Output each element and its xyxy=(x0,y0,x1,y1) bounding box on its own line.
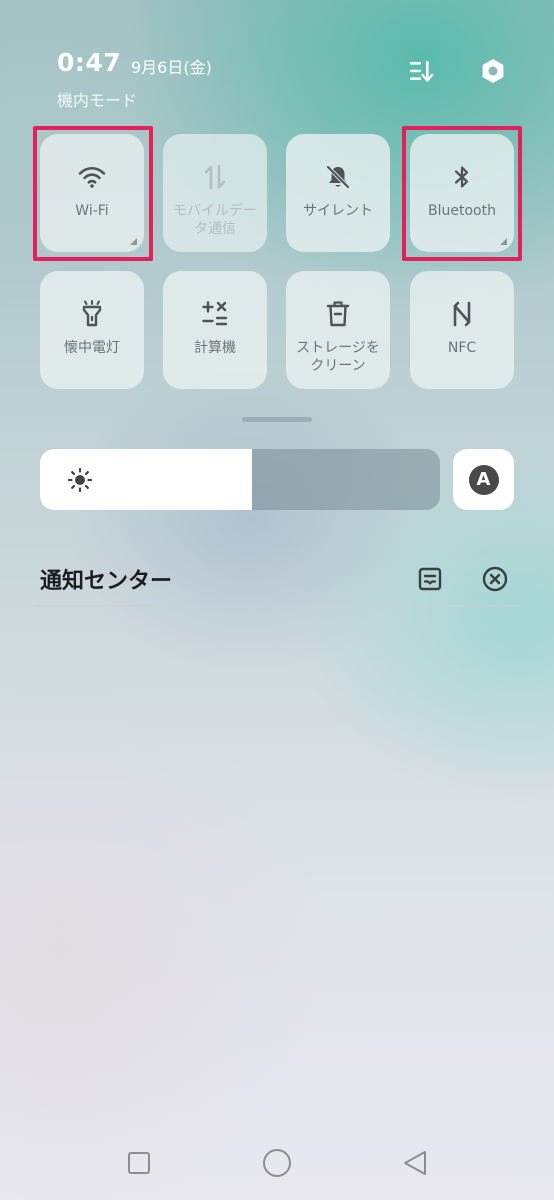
edit-sort-icon[interactable] xyxy=(404,54,438,88)
calculator-label: 計算機 xyxy=(194,340,236,356)
airplane-mode-label: 機内モード xyxy=(57,91,138,110)
clean-storage-tile[interactable]: ストレージを クリーン xyxy=(286,271,390,389)
date-label: 9月6日(金) xyxy=(131,58,212,77)
mobile-data-tile[interactable]: モバイルデー タ通信 xyxy=(163,134,267,252)
nfc-icon xyxy=(447,299,477,329)
mobile-data-label: モバイルデー タ通信 xyxy=(173,203,257,237)
bell-off-icon xyxy=(323,162,353,192)
mobile-data-icon xyxy=(200,162,230,192)
calculator-tile[interactable]: 計算機 xyxy=(163,271,267,389)
panel-drag-handle[interactable] xyxy=(242,417,312,422)
notification-divider xyxy=(34,605,520,607)
notification-center-title: 通知センター xyxy=(40,569,173,594)
notification-manage-icon[interactable] xyxy=(413,562,447,596)
nfc-label: NFC xyxy=(447,340,477,356)
recents-square-icon[interactable] xyxy=(119,1143,159,1183)
silent-label: サイレント xyxy=(303,203,373,219)
flashlight-icon xyxy=(77,299,107,329)
sun-icon xyxy=(66,466,94,494)
highlight-box-wifi xyxy=(33,126,153,261)
nfc-tile[interactable]: NFC xyxy=(410,271,514,389)
auto-brightness-button[interactable]: A xyxy=(453,449,514,510)
back-triangle-icon[interactable] xyxy=(395,1143,435,1183)
clear-all-icon[interactable] xyxy=(478,562,512,596)
flashlight-tile[interactable]: 懐中電灯 xyxy=(40,271,144,389)
silent-tile[interactable]: サイレント xyxy=(286,134,390,252)
calculator-icon xyxy=(200,299,230,329)
highlight-box-bluetooth xyxy=(402,126,522,261)
clock-time: 0:47 xyxy=(57,48,122,77)
auto-brightness-label: A xyxy=(468,464,499,495)
home-circle-icon[interactable] xyxy=(257,1143,297,1183)
settings-hexagon-icon[interactable] xyxy=(476,54,510,88)
trash-icon xyxy=(323,299,353,329)
clean-storage-label: ストレージを クリーン xyxy=(296,340,380,374)
flashlight-label: 懐中電灯 xyxy=(64,340,120,356)
brightness-slider[interactable] xyxy=(40,449,440,510)
